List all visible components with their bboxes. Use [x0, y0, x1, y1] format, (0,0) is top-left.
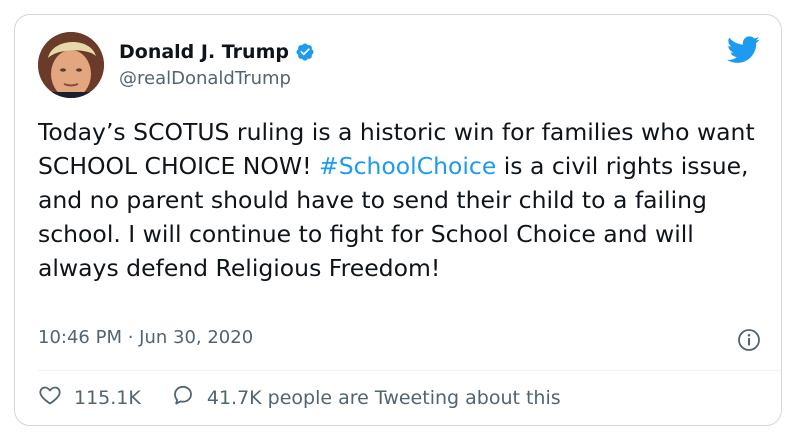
like-count: 115.1K: [74, 386, 141, 409]
display-name[interactable]: Donald J. Trump: [119, 41, 289, 63]
speech-bubble-icon[interactable]: [171, 383, 195, 412]
conversation-text: 41.7K people are Tweeting about this: [206, 386, 561, 409]
conversation-stat[interactable]: 41.7K people are Tweeting about this: [171, 383, 561, 412]
avatar[interactable]: [38, 32, 104, 98]
tweet-text: Today’s SCOTUS ruling is a historic win …: [38, 115, 763, 285]
user-handle[interactable]: @realDonaldTrump: [119, 68, 291, 89]
tweet-card[interactable]: Donald J. Trump @realDonaldTrump Today’s…: [14, 14, 782, 426]
tweet-timestamp[interactable]: 10:46 PM · Jun 30, 2020: [38, 327, 253, 348]
hashtag-link[interactable]: #SchoolChoice: [319, 152, 496, 180]
verified-badge-icon: [295, 42, 315, 62]
heart-icon[interactable]: [38, 383, 62, 412]
twitter-bird-icon[interactable]: [726, 36, 760, 64]
tweet-stats: 115.1K 41.7K people are Tweeting about t…: [38, 383, 561, 412]
like-stat[interactable]: 115.1K: [38, 383, 141, 412]
divider: [38, 370, 781, 371]
info-icon[interactable]: [737, 328, 761, 352]
